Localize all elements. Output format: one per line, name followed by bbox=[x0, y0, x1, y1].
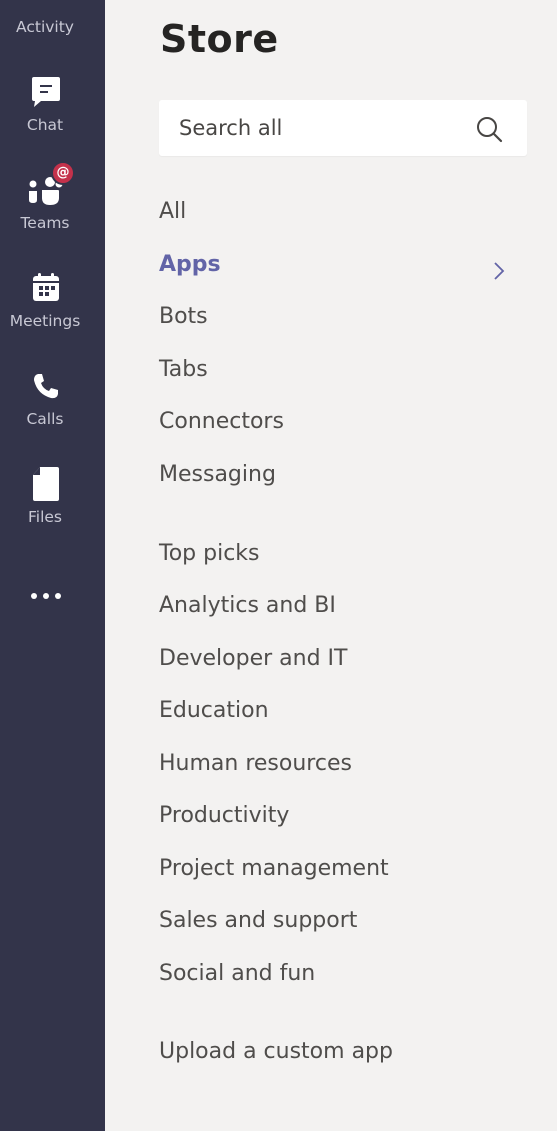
rail-label-calls: Calls bbox=[26, 410, 64, 428]
nav-item-messaging[interactable]: Messaging bbox=[159, 455, 509, 495]
page-title: Store bbox=[160, 17, 279, 61]
store-panel: Store All Apps Bots Tabs Connectors Mess… bbox=[105, 0, 557, 1131]
rail-label-teams: Teams bbox=[20, 214, 70, 232]
search-input[interactable] bbox=[179, 110, 459, 146]
nav-item-human-resources[interactable]: Human resources bbox=[159, 744, 509, 784]
nav-item-project-management[interactable]: Project management bbox=[159, 849, 509, 889]
nav-item-all[interactable]: All bbox=[159, 192, 509, 232]
nav-item-label: Connectors bbox=[159, 409, 284, 434]
upload-custom-app-label: Upload a custom app bbox=[159, 1039, 393, 1064]
nav-item-productivity[interactable]: Productivity bbox=[159, 796, 509, 836]
calendar-icon bbox=[28, 270, 64, 306]
nav-item-sales-and-support[interactable]: Sales and support bbox=[159, 901, 509, 941]
nav-item-label: All bbox=[159, 199, 187, 224]
nav-item-label: Sales and support bbox=[159, 908, 358, 933]
nav-item-top-picks[interactable]: Top picks bbox=[159, 534, 509, 574]
nav-item-label: Apps bbox=[159, 252, 221, 277]
nav-item-education[interactable]: Education bbox=[159, 691, 509, 731]
nav-item-label: Project management bbox=[159, 856, 389, 881]
nav-item-connectors[interactable]: Connectors bbox=[159, 402, 509, 442]
rail-label-files: Files bbox=[27, 508, 62, 526]
nav-item-label: Tabs bbox=[159, 357, 208, 382]
nav-item-label: Productivity bbox=[159, 803, 290, 828]
chevron-right-icon bbox=[489, 255, 509, 280]
rail-item-meetings[interactable]: Meetings bbox=[0, 270, 105, 360]
rail-label-activity: Activity bbox=[16, 18, 74, 36]
nav-item-tabs[interactable]: Tabs bbox=[159, 350, 509, 390]
rail-item-calls[interactable]: Calls bbox=[0, 368, 105, 458]
search-box[interactable] bbox=[159, 100, 527, 156]
rail-item-files[interactable]: Files bbox=[0, 466, 105, 556]
nav-item-developer-and-it[interactable]: Developer and IT bbox=[159, 639, 509, 679]
nav-item-label: Top picks bbox=[159, 541, 260, 566]
nav-item-analytics-and-bi[interactable]: Analytics and BI bbox=[159, 586, 509, 626]
nav-item-social-and-fun[interactable]: Social and fun bbox=[159, 954, 509, 994]
app-rail: Activity Chat @ Teams Meetings Calls Fil… bbox=[0, 0, 105, 1131]
nav-item-label: Social and fun bbox=[159, 961, 316, 986]
rail-item-teams[interactable]: @ Teams bbox=[0, 161, 105, 262]
more-apps-button[interactable] bbox=[0, 578, 105, 614]
nav-item-label: Analytics and BI bbox=[159, 593, 336, 618]
chat-icon bbox=[28, 74, 64, 110]
rail-label-chat: Chat bbox=[26, 116, 64, 134]
search-icon[interactable] bbox=[475, 115, 503, 143]
nav-item-label: Bots bbox=[159, 304, 208, 329]
rail-item-activity[interactable]: Activity bbox=[0, 0, 105, 45]
upload-custom-app-link[interactable]: Upload a custom app bbox=[159, 1032, 509, 1072]
nav-item-label: Human resources bbox=[159, 751, 352, 776]
more-icon bbox=[28, 578, 64, 614]
file-icon bbox=[28, 466, 64, 502]
mention-badge: @ bbox=[51, 161, 75, 185]
phone-icon bbox=[28, 368, 64, 404]
rail-item-chat[interactable]: Chat bbox=[0, 74, 105, 164]
nav-item-label: Education bbox=[159, 698, 269, 723]
rail-label-meetings: Meetings bbox=[9, 312, 81, 330]
nav-item-apps[interactable]: Apps bbox=[159, 245, 509, 285]
nav-item-bots[interactable]: Bots bbox=[159, 297, 509, 337]
nav-item-label: Developer and IT bbox=[159, 646, 348, 671]
nav-item-label: Messaging bbox=[159, 462, 276, 487]
